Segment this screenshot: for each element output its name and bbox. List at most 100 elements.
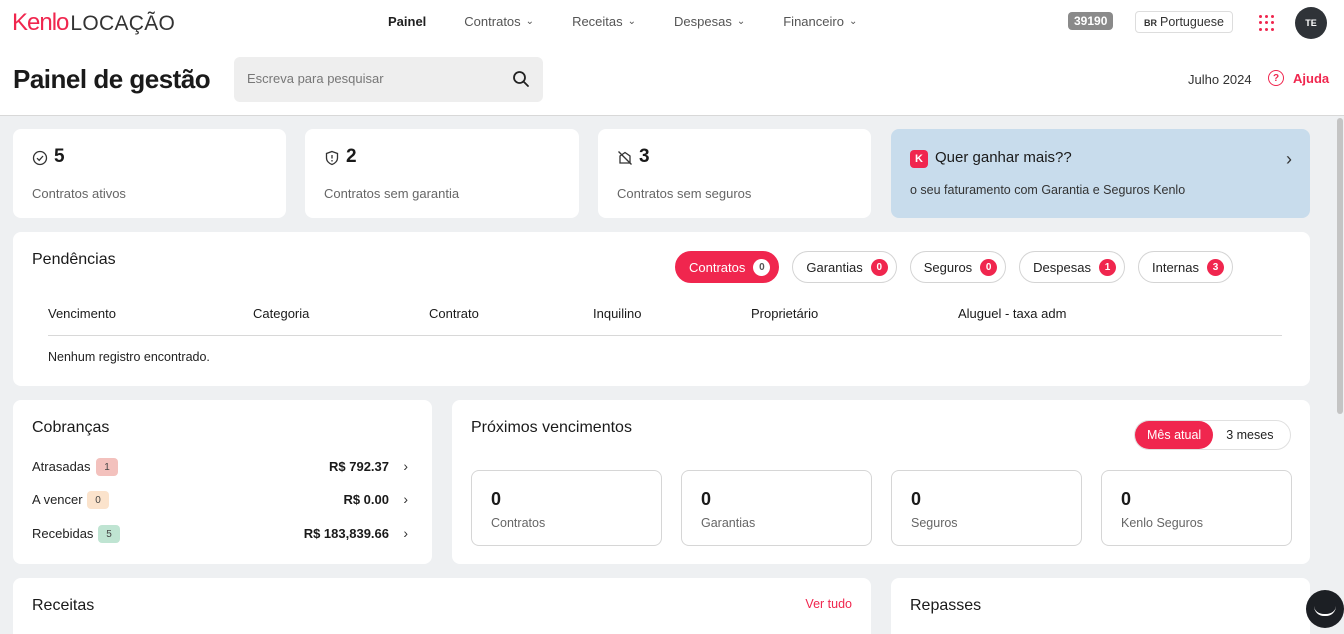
stat-card-no-insurance[interactable]: 3 Contratos sem seguros: [598, 129, 871, 218]
tab-label: Internas: [1151, 259, 1199, 275]
due-box-contratos[interactable]: 0 Contratos: [471, 470, 662, 546]
chevron-down-icon: ⌄: [736, 16, 746, 27]
tab-label: Contratos: [689, 259, 746, 275]
avatar[interactable]: TE: [1295, 7, 1327, 39]
cobranca-row-a-vencer[interactable]: A vencer 0 R$ 0.00 ›: [32, 490, 412, 510]
stat-card-no-guarantee[interactable]: 2 Contratos sem garantia: [305, 129, 579, 218]
tab-label: Despesas: [1033, 259, 1091, 275]
nav-painel-label: Painel: [388, 14, 427, 29]
chevron-right-icon: ›: [403, 458, 408, 474]
nav-financeiro-label: Financeiro: [783, 14, 844, 29]
pendencias-card: Pendências Contratos 0 Garantias 0 Segur…: [13, 232, 1310, 386]
chevron-right-icon: ›: [403, 491, 408, 507]
promo-card[interactable]: K Quer ganhar mais?? o seu faturamento c…: [891, 129, 1310, 218]
language-flag: BR: [1144, 18, 1157, 28]
due-value: 0: [911, 489, 922, 509]
help-link[interactable]: ? Ajuda: [1268, 70, 1329, 86]
column-header[interactable]: Inquilino: [593, 306, 641, 321]
search-input[interactable]: [247, 71, 497, 86]
nav-contratos-label: Contratos: [464, 14, 521, 29]
table-divider: [48, 335, 1282, 336]
nav-painel[interactable]: Painel: [388, 14, 426, 29]
help-label: Ajuda: [1293, 70, 1330, 86]
toggle-current-month[interactable]: Mês atual: [1135, 421, 1214, 449]
row-label: Recebidas: [32, 526, 94, 541]
tab-label: Seguros: [923, 259, 973, 275]
due-box-garantias[interactable]: 0 Garantias: [681, 470, 872, 546]
nav-receitas-label: Receitas: [572, 14, 623, 29]
chevron-down-icon: ⌄: [525, 16, 535, 27]
account-number-badge[interactable]: 39190: [1068, 12, 1114, 30]
language-selector[interactable]: BR Portuguese: [1135, 11, 1233, 33]
page-title: Painel de gestão: [13, 64, 211, 94]
tab-garantias[interactable]: Garantias 0: [792, 251, 897, 283]
proximos-vencimentos-card: Próximos vencimentos Mês atual 3 meses 0…: [452, 400, 1310, 564]
receitas-title: Receitas: [32, 597, 95, 614]
tab-seguros[interactable]: Seguros 0: [909, 251, 1007, 283]
cobranca-row-recebidas[interactable]: Recebidas 5 R$ 183,839.66 ›: [32, 524, 412, 544]
cobranca-row-atrasadas[interactable]: Atrasadas 1 R$ 792.37 ›: [32, 457, 412, 477]
row-amount: R$ 792.37: [329, 459, 389, 474]
tab-contratos[interactable]: Contratos 0: [675, 251, 780, 283]
stat-card-active-contracts[interactable]: 5 Contratos ativos: [13, 129, 286, 218]
page-header: Painel de gestão Julho 2024 ? Ajuda: [0, 44, 1344, 116]
row-label: A vencer: [32, 492, 83, 507]
chat-bubble-icon[interactable]: [1306, 590, 1344, 628]
tab-count: 0: [980, 258, 998, 276]
see-all-link[interactable]: Ver tudo: [805, 597, 852, 611]
kenlo-logo[interactable]: Kenlo LOCAÇÃO: [12, 9, 175, 37]
stat-value: 5: [54, 146, 65, 167]
nav-receitas[interactable]: Receitas ⌄: [572, 14, 636, 29]
tab-count: 3: [1206, 258, 1224, 276]
period-selector[interactable]: Julho 2024: [1188, 72, 1252, 87]
row-label: Atrasadas: [32, 459, 91, 474]
proximos-title: Próximos vencimentos: [471, 419, 632, 436]
due-box-seguros[interactable]: 0 Seguros: [891, 470, 1082, 546]
chevron-right-icon: ›: [403, 525, 408, 541]
logo-brand: Kenlo: [12, 9, 69, 36]
stat-value: 3: [639, 146, 650, 167]
check-circle-icon: [32, 150, 48, 166]
repasses-card: Repasses: [891, 578, 1310, 634]
empty-message: Nenhum registro encontrado.: [48, 350, 210, 364]
chevron-down-icon: ⌄: [848, 16, 858, 27]
chevron-down-icon: ⌄: [627, 16, 637, 27]
scrollbar[interactable]: [1337, 118, 1343, 414]
row-amount: R$ 183,839.66: [303, 526, 389, 541]
period-toggle: Mês atual 3 meses: [1134, 420, 1291, 450]
tab-count: 1: [1098, 258, 1116, 276]
tab-internas[interactable]: Internas 3: [1137, 251, 1233, 283]
column-header[interactable]: Aluguel - taxa adm: [958, 306, 1066, 321]
count-badge: 0: [87, 491, 109, 509]
due-value: 0: [1121, 489, 1132, 509]
language-label: Portuguese: [1160, 15, 1224, 29]
due-value: 0: [491, 489, 502, 509]
cobrancas-title: Cobranças: [32, 419, 110, 436]
due-box-kenlo-seguros[interactable]: 0 Kenlo Seguros: [1101, 470, 1292, 546]
column-header[interactable]: Categoria: [253, 306, 309, 321]
nav-financeiro[interactable]: Financeiro ⌄: [783, 14, 857, 29]
column-header[interactable]: Proprietário: [751, 306, 818, 321]
repasses-title: Repasses: [910, 597, 982, 614]
receitas-card: Receitas Ver tudo: [13, 578, 871, 634]
due-label: Contratos: [491, 516, 546, 530]
top-navbar: Kenlo LOCAÇÃO Painel Contratos ⌄ Receita…: [0, 0, 1344, 44]
toggle-three-months[interactable]: 3 meses: [1213, 428, 1286, 442]
cobrancas-card: Cobranças Atrasadas 1 R$ 792.37 › A venc…: [13, 400, 432, 564]
column-header[interactable]: Vencimento: [48, 306, 116, 321]
due-label: Seguros: [911, 516, 958, 530]
count-badge: 5: [98, 525, 120, 543]
nav-contratos[interactable]: Contratos ⌄: [464, 14, 534, 29]
pendencias-tabs: Contratos 0 Garantias 0 Seguros 0 Despes…: [675, 251, 1246, 283]
stat-label: Contratos sem seguros: [617, 186, 752, 201]
count-badge: 1: [96, 458, 118, 476]
promo-description: o seu faturamento com Garantia e Seguros…: [910, 183, 1186, 197]
nav-despesas[interactable]: Despesas ⌄: [674, 14, 745, 29]
stat-label: Contratos ativos: [32, 186, 126, 201]
promo-title: Quer ganhar mais??: [935, 149, 1072, 166]
search-icon[interactable]: [512, 70, 530, 88]
column-header[interactable]: Contrato: [429, 306, 479, 321]
tab-despesas[interactable]: Despesas 1: [1019, 251, 1125, 283]
nav-despesas-label: Despesas: [674, 14, 732, 29]
apps-grid-icon[interactable]: [1259, 15, 1275, 31]
